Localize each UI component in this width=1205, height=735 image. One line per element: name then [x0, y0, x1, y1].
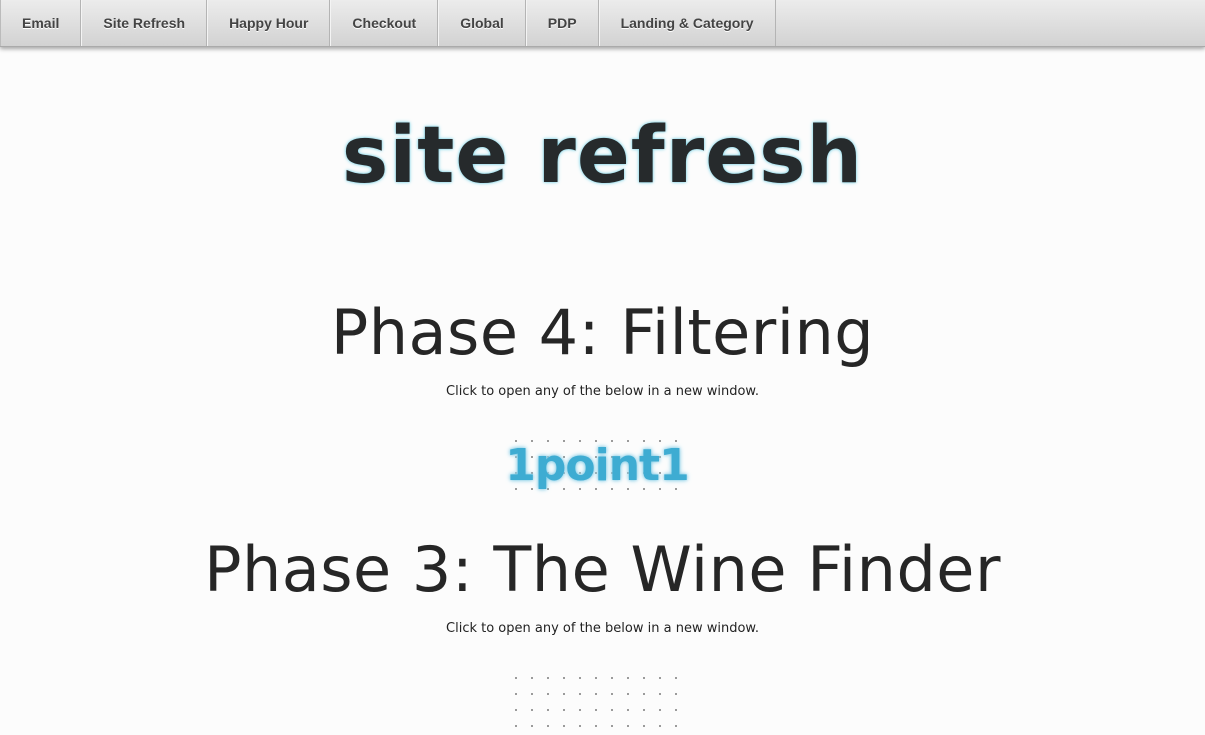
nav-item-happy-hour[interactable]: Happy Hour — [207, 0, 331, 46]
main-content: site refresh Phase 4: Filtering Click to… — [0, 47, 1205, 735]
nav-item-site-refresh[interactable]: Site Refresh — [81, 0, 208, 46]
phase-4-link-logo: 1point1 — [505, 439, 689, 491]
nav-item-email[interactable]: Email — [0, 0, 82, 46]
nav-item-global[interactable]: Global — [438, 0, 526, 46]
nav-item-pdp[interactable]: PDP — [525, 0, 599, 46]
phase-4-link-thumbnail[interactable]: 1point1 — [505, 432, 690, 498]
phase-3-heading: Phase 3: The Wine Finder — [204, 533, 1001, 606]
page-title: site refresh — [341, 111, 864, 201]
nav-item-checkout[interactable]: Checkout — [330, 0, 439, 46]
phase-3-subtitle: Click to open any of the below in a new … — [446, 621, 759, 636]
nav-item-landing-category[interactable]: Landing & Category — [598, 0, 776, 46]
phase-4-subtitle: Click to open any of the below in a new … — [446, 384, 759, 399]
phase-4-heading: Phase 4: Filtering — [330, 296, 875, 369]
top-nav-bar: Email Site Refresh Happy Hour Checkout G… — [0, 0, 1205, 47]
